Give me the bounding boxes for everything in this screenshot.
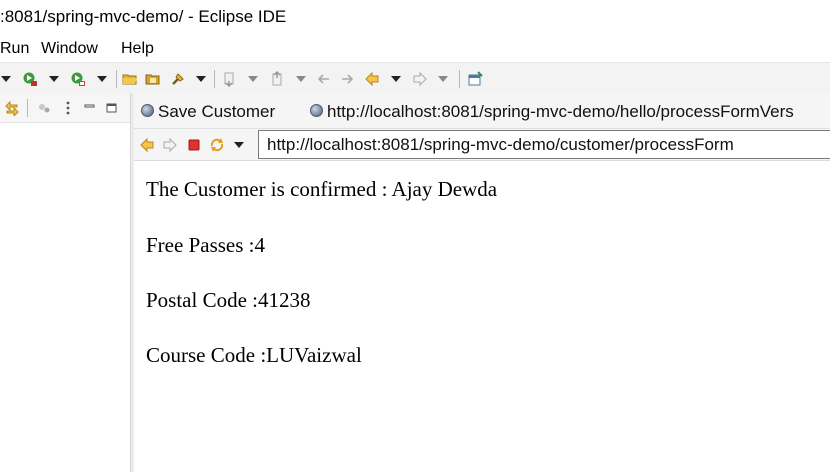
view-header-separator [27,99,28,117]
postal-code-text: Postal Code :41238 [146,288,311,312]
menu-run[interactable]: Run [0,40,29,58]
left-view-header [0,93,130,123]
left-view-panel [0,93,131,472]
open-folder-icon[interactable] [122,71,138,87]
toolbar-separator [459,70,460,88]
open-type-icon[interactable] [145,71,161,87]
next-edit-location-icon[interactable] [339,71,355,87]
new-window-icon[interactable] [467,71,483,87]
previous-annotation-icon[interactable] [270,71,286,87]
focus-icon[interactable] [36,100,52,116]
tab-label: Save Customer [158,102,276,121]
minimize-icon[interactable] [82,100,98,116]
url-bar[interactable] [258,130,830,159]
customer-confirmation-text: The Customer is confirmed : Ajay Dewda [146,177,498,201]
forward-dropdown-arrow-icon[interactable] [438,76,448,82]
forward-arrow-icon[interactable] [162,137,178,153]
browser-page-content: The Customer is confirmed : Ajay Dewda F… [134,162,830,472]
next-annotation-icon[interactable] [222,71,238,87]
tab-label: http://localhost:8081/spring-mvc-demo/he… [327,102,794,121]
run-icon[interactable] [22,71,38,87]
refresh-dropdown-arrow-icon[interactable] [234,142,244,148]
menu-bar: Run Window Help [0,36,830,62]
previous-annotation-dropdown-arrow-icon[interactable] [296,76,306,82]
url-input[interactable] [267,133,827,156]
browser-nav-bar [134,129,830,161]
main-toolbar [0,62,830,93]
coverage-icon[interactable] [70,71,86,87]
back-dropdown-arrow-icon[interactable] [391,76,401,82]
tab-save-customer[interactable]: Save Customer [134,93,302,129]
menu-window[interactable]: Window [41,40,98,58]
back-arrow-icon[interactable] [139,137,155,153]
forward-icon[interactable] [412,71,428,87]
view-menu-icon[interactable] [60,100,76,116]
dropdown-arrow-icon[interactable] [1,76,11,82]
free-passes-text: Free Passes :4 [146,233,265,257]
course-code-text: Course Code :LUVaizwal [146,343,362,367]
tab-process-form-version[interactable]: http://localhost:8081/spring-mvc-demo/he… [304,93,830,129]
globe-icon [141,104,154,117]
refresh-icon[interactable] [209,137,225,153]
link-with-editor-icon[interactable] [4,100,20,116]
coverage-dropdown-arrow-icon[interactable] [97,76,107,82]
search-icon[interactable] [170,71,186,87]
search-dropdown-arrow-icon[interactable] [196,76,206,82]
toolbar-separator [214,70,215,88]
next-annotation-dropdown-arrow-icon[interactable] [248,76,258,82]
maximize-icon[interactable] [104,100,120,116]
window-title: :8081/spring-mvc-demo/ - Eclipse IDE [0,7,287,26]
globe-icon [310,104,323,117]
window-title-bar: :8081/spring-mvc-demo/ - Eclipse IDE [0,0,830,36]
back-icon[interactable] [364,71,380,87]
stop-icon[interactable] [186,137,202,153]
last-edit-location-icon[interactable] [316,71,332,87]
toolbar-separator [116,70,117,88]
run-dropdown-arrow-icon[interactable] [49,76,59,82]
browser-tab-bar: Save Customer http://localhost:8081/spri… [134,93,830,129]
menu-help[interactable]: Help [121,40,154,58]
